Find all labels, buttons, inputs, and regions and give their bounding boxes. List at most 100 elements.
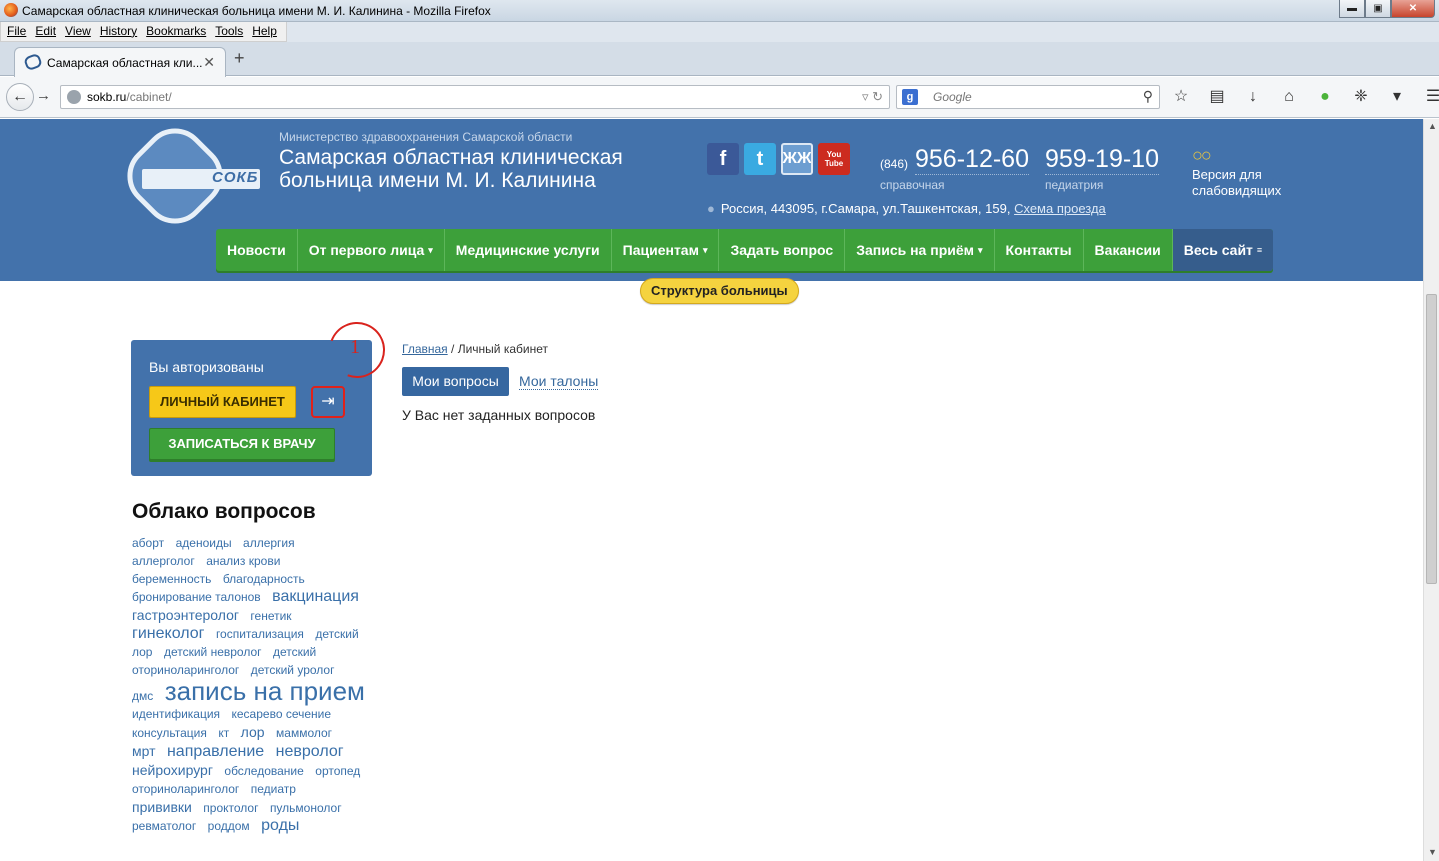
dropdown-icon[interactable]: ▾ — [1386, 87, 1408, 107]
tag-link[interactable]: оториноларинголог — [132, 663, 239, 677]
route-map-link[interactable]: Схема проезда — [1014, 201, 1106, 216]
tag-link[interactable]: кт — [218, 726, 229, 740]
tag-link[interactable]: детский — [273, 645, 316, 659]
tag-link[interactable]: благодарность — [223, 572, 305, 586]
tag-link[interactable]: аборт — [132, 536, 164, 550]
hospital-structure-button[interactable]: Структура больницы — [640, 278, 799, 304]
glasses-icon[interactable]: ○○ — [1192, 145, 1212, 166]
tag-link[interactable]: нейрохирург — [132, 762, 213, 778]
tag-link[interactable]: детский уролог — [251, 663, 335, 677]
menu-tools[interactable]: Tools — [211, 22, 248, 41]
tag-link[interactable]: кесарево сечение — [232, 707, 332, 721]
maximize-button[interactable]: ▣ — [1365, 0, 1391, 18]
tag-link[interactable]: бронирование талонов — [132, 590, 261, 604]
tag-link[interactable]: аллергия — [243, 536, 295, 550]
tag-link[interactable]: маммолог — [276, 726, 332, 740]
tag-link[interactable]: роды — [261, 817, 299, 834]
tag-link[interactable]: прививки — [132, 799, 192, 815]
close-button[interactable]: ✕ — [1391, 0, 1435, 18]
tag-link[interactable]: направление — [167, 743, 264, 760]
tag-link[interactable]: невролог — [276, 743, 344, 760]
tag-link[interactable]: детский — [315, 627, 358, 641]
menu-edit[interactable]: Edit — [31, 22, 61, 41]
tag-link[interactable]: запись на прием — [165, 676, 365, 706]
tab-close-icon[interactable]: ✕ — [203, 54, 215, 71]
tag-link[interactable]: госпитализация — [216, 627, 304, 641]
nav-item[interactable]: Контакты — [995, 229, 1084, 271]
nav-item[interactable]: Весь сайт ≡ — [1172, 229, 1274, 271]
back-button[interactable]: ← — [6, 83, 34, 111]
menu-icon[interactable]: ☰ — [1422, 87, 1439, 107]
tag-link[interactable]: детский невролог — [164, 645, 262, 659]
tag-link[interactable]: гастроэнтеролог — [132, 607, 239, 623]
tag-link[interactable]: лор — [132, 645, 152, 659]
tag-link[interactable]: анализ крови — [206, 554, 280, 568]
tag-link[interactable]: обследование — [224, 764, 303, 778]
reading-list-icon[interactable]: ▤ — [1206, 87, 1228, 107]
minimize-button[interactable]: ▬ — [1339, 0, 1365, 18]
nav-item[interactable]: Запись на приём ▾ — [845, 229, 995, 271]
hospital-name[interactable]: Самарская областная клиническая больница… — [279, 146, 699, 192]
google-engine-icon[interactable]: g — [902, 89, 918, 105]
url-bar[interactable]: sokb.ru/cabinet/ ▿ ↻ — [60, 85, 890, 109]
tag-link[interactable]: проктолог — [203, 801, 258, 815]
tab-active[interactable]: Самарская областная кли... ✕ — [14, 47, 226, 77]
tag-link[interactable]: аденоиды — [176, 536, 232, 550]
scroll-down-icon[interactable]: ▼ — [1428, 847, 1437, 857]
menu-bookmarks[interactable]: Bookmarks — [142, 22, 211, 41]
tag-link[interactable]: педиатр — [251, 782, 296, 796]
tag-link[interactable]: пульмонолог — [270, 801, 342, 815]
forward-button[interactable]: → — [36, 87, 51, 104]
phone-pediatrics[interactable]: 959-19-10 — [1045, 145, 1159, 175]
search-bar[interactable]: g Google ⚲ — [896, 85, 1160, 109]
nav-item[interactable]: От первого лица ▾ — [298, 229, 445, 271]
nav-item[interactable]: Пациентам ▾ — [612, 229, 720, 271]
download-icon[interactable]: ↓ — [1242, 87, 1264, 107]
page-scrollbar[interactable]: ▲ ▼ — [1423, 119, 1439, 861]
menu-help[interactable]: Help — [248, 22, 282, 41]
tag-link[interactable]: аллерголог — [132, 554, 195, 568]
url-text[interactable]: sokb.ru/cabinet/ — [87, 90, 172, 104]
tab-my-questions[interactable]: Мои вопросы — [402, 367, 509, 396]
tab-my-tickets[interactable]: Мои талоны — [519, 373, 599, 390]
tag-link[interactable]: ортопед — [315, 764, 360, 778]
url-dropdown-reload-icons[interactable]: ▿ ↻ — [862, 89, 883, 105]
low-vision-link[interactable]: Версия для слабовидящих — [1192, 167, 1292, 199]
youtube-icon[interactable]: You Tube — [818, 143, 850, 175]
tag-link[interactable]: оториноларинголог — [132, 782, 239, 796]
bookmark-star-icon[interactable]: ☆ — [1170, 87, 1192, 107]
scroll-up-icon[interactable]: ▲ — [1428, 121, 1437, 131]
tag-link[interactable]: консультация — [132, 726, 207, 740]
tag-link[interactable]: генетик — [250, 609, 291, 623]
home-icon[interactable]: ⌂ — [1278, 87, 1300, 107]
tag-link[interactable]: вакцинация — [272, 588, 359, 605]
menu-history[interactable]: History — [96, 22, 142, 41]
tag-link[interactable]: дмс — [132, 689, 153, 703]
tag-link[interactable]: роддом — [208, 819, 250, 833]
twitter-icon[interactable]: t — [744, 143, 776, 175]
book-doctor-button[interactable]: ЗАПИСАТЬСЯ К ВРАЧУ — [149, 428, 335, 460]
nav-item[interactable]: Задать вопрос — [719, 229, 846, 271]
hospital-logo[interactable]: СОКБ — [114, 119, 260, 237]
scrollbar-thumb[interactable] — [1426, 294, 1437, 584]
addon-icon[interactable]: ● — [1314, 87, 1336, 107]
logout-icon[interactable]: ⇥ — [311, 386, 345, 418]
search-icon[interactable]: ⚲ — [1143, 88, 1153, 105]
personal-cabinet-button[interactable]: ЛИЧНЫЙ КАБИНЕТ — [149, 386, 296, 418]
livejournal-icon[interactable]: ЖЖ — [781, 143, 813, 175]
phone-reference[interactable]: 956-12-60 — [915, 145, 1029, 175]
nav-item[interactable]: Вакансии — [1084, 229, 1173, 271]
nav-item[interactable]: Новости — [216, 229, 298, 271]
tag-link[interactable]: ревматолог — [132, 819, 196, 833]
tag-link[interactable]: гинеколог — [132, 625, 204, 642]
facebook-icon[interactable]: f — [707, 143, 739, 175]
menu-file[interactable]: File — [3, 22, 31, 41]
nav-item[interactable]: Медицинские услуги — [445, 229, 612, 271]
menu-view[interactable]: View — [61, 22, 96, 41]
tag-link[interactable]: идентификация — [132, 707, 220, 721]
tag-link[interactable]: лор — [241, 724, 265, 740]
extension-icon[interactable]: ❈ — [1350, 87, 1372, 107]
tag-link[interactable]: мрт — [132, 743, 156, 759]
new-tab-button[interactable]: + — [234, 48, 245, 69]
tag-link[interactable]: беременность — [132, 572, 211, 586]
